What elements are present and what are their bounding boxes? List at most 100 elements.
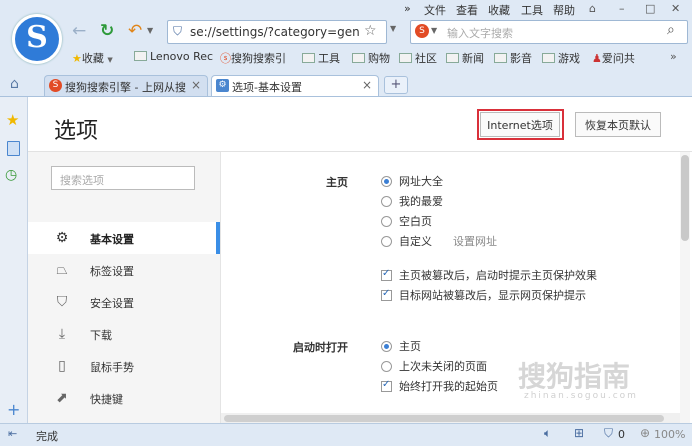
bookmark-favorites[interactable]: ★收藏 ▼	[72, 50, 113, 66]
favorites-star-icon[interactable]: ★	[6, 111, 19, 129]
folder-icon	[446, 53, 459, 63]
radio-icon	[381, 176, 392, 187]
sogou-search-icon[interactable]: S	[415, 24, 429, 38]
folder-icon	[399, 53, 412, 63]
security-badge-icon[interactable]: ⛉	[604, 426, 613, 441]
folder-icon	[352, 53, 365, 63]
menu-tools[interactable]: 工具	[521, 2, 543, 18]
status-bar: ⇤ 完成 🔈︎ ⊞ ⛉ 0 ⊕ 100%	[0, 423, 692, 446]
site-protect-check[interactable]: 目标网站被篡改后，显示网页保护提示	[381, 287, 586, 303]
set-url-link[interactable]: 设置网址	[453, 233, 497, 249]
menu-view[interactable]: 查看	[456, 2, 478, 18]
star-icon[interactable]: ☆	[364, 23, 377, 39]
back-icon[interactable]: ←	[72, 21, 86, 41]
bookmark-community[interactable]: 社区	[399, 50, 437, 66]
more-bookmarks-icon[interactable]: »	[670, 50, 677, 63]
nav-download[interactable]: ⤓ 下载	[28, 318, 220, 350]
homepage-option-custom[interactable]: 自定义	[381, 233, 432, 249]
homepage-option-hao[interactable]: 网址大全	[381, 173, 443, 189]
menu-file[interactable]: 文件	[424, 2, 446, 18]
history-clock-icon[interactable]: ◷	[5, 167, 17, 183]
bookmark-shopping[interactable]: 购物	[352, 50, 390, 66]
bookmark-news[interactable]: 新闻	[446, 50, 484, 66]
shield-icon: ⛉	[56, 294, 68, 310]
bookmark-iask[interactable]: ♟爱问共	[592, 50, 635, 66]
watermark-sub: zhinan.sogou.com	[524, 391, 638, 401]
collapse-sidebar-icon[interactable]: ⇤	[8, 427, 17, 440]
folder-icon	[134, 51, 147, 61]
homepage-label: 主页	[326, 176, 348, 189]
startup-option-home[interactable]: 主页	[381, 338, 421, 354]
vertical-scroll-thumb[interactable]	[681, 155, 689, 241]
settings-search-input[interactable]: 搜索选项	[51, 166, 195, 190]
refresh-icon[interactable]: ↻	[100, 21, 114, 41]
home-icon[interactable]: ⌂	[10, 76, 19, 92]
bookmark-media[interactable]: 影音	[494, 50, 532, 66]
radio-icon	[381, 216, 392, 227]
nav-mouse-gestures[interactable]: ▯ 鼠标手势	[28, 350, 220, 382]
address-bar[interactable]: ⛉ se://settings/?category=gen ☆	[167, 20, 387, 44]
speaker-icon[interactable]: 🔈︎	[544, 426, 551, 441]
maximize-icon[interactable]: □	[645, 2, 655, 15]
tab-bar: ⌂ S 搜狗搜索引擎 - 上网从搜 × ⚙ 选项-基本设置 × +	[0, 72, 692, 97]
nav-shortcuts[interactable]: ⬈ 快捷键	[28, 382, 220, 414]
sogou-logo[interactable]: S	[12, 14, 62, 64]
nav-security-settings[interactable]: ⛉ 安全设置	[28, 286, 220, 318]
shortcut-icon: ⬈	[56, 390, 68, 406]
minimize-icon[interactable]: –	[619, 2, 625, 15]
bookmark-games[interactable]: 游戏	[542, 50, 580, 66]
star-icon: ★	[72, 52, 82, 65]
notes-icon[interactable]	[7, 141, 20, 156]
tab-settings[interactable]: ⚙ 选项-基本设置 ×	[211, 75, 379, 96]
horizontal-scroll-thumb[interactable]	[224, 415, 664, 422]
radio-icon	[381, 196, 392, 207]
zoom-icon[interactable]: ⊕	[640, 426, 650, 440]
status-text: 完成	[36, 430, 58, 443]
active-indicator	[216, 222, 220, 254]
startup-option-last[interactable]: 上次未关闭的页面	[381, 358, 487, 374]
menu-help[interactable]: 帮助	[553, 2, 575, 18]
checkbox-icon	[381, 288, 392, 301]
homepage-option-blank[interactable]: 空白页	[381, 213, 432, 229]
homepage-option-favorite[interactable]: 我的最爱	[381, 193, 443, 209]
nav-basic-settings[interactable]: ⚙ 基本设置	[28, 222, 220, 254]
bookmark-sogou[interactable]: ⓢ搜狗搜索引	[220, 50, 286, 66]
bookmark-tools[interactable]: 工具	[302, 50, 340, 66]
homepage-protect-check[interactable]: 主页被篡改后，启动时提示主页保护效果	[381, 267, 597, 283]
undo-icon[interactable]: ↶	[128, 21, 142, 41]
new-tab-button[interactable]: +	[384, 76, 408, 94]
radio-icon	[381, 341, 392, 352]
nav-tab-settings[interactable]: ⏢ 标签设置	[28, 254, 220, 286]
close-icon[interactable]: ✕	[671, 2, 680, 15]
bookmark-lenovo[interactable]: Lenovo Rec	[134, 50, 213, 63]
menu-bar: » 文件 查看 收藏 工具 帮助 ⌂ – □ ✕	[0, 0, 692, 18]
folder-icon	[494, 53, 507, 63]
sogou-icon: S	[49, 79, 62, 92]
search-icon[interactable]: ⌕	[667, 22, 675, 38]
folder-icon	[302, 53, 315, 63]
menu-more[interactable]: »	[404, 2, 411, 15]
tab-icon: ⏢	[56, 262, 68, 278]
add-sidebar-icon[interactable]: +	[7, 400, 20, 419]
tab-sogou[interactable]: S 搜狗搜索引擎 - 上网从搜 ×	[44, 75, 208, 96]
checkbox-icon	[381, 268, 392, 281]
extension-icon[interactable]: ⊞	[574, 426, 584, 440]
chevron-down-icon: ▼	[107, 56, 113, 64]
chevron-down-icon[interactable]: ▼	[147, 26, 153, 35]
restore-defaults-button[interactable]: 恢复本页默认	[575, 112, 661, 137]
search-box[interactable]: S ▼ 输入文字搜索 ⌕	[410, 20, 688, 44]
gear-icon: ⚙	[55, 230, 69, 246]
search-input[interactable]: 输入文字搜索	[447, 25, 513, 41]
menu-favorites[interactable]: 收藏	[488, 2, 510, 18]
radio-icon	[381, 361, 392, 372]
watermark-text: 搜狗指南	[518, 360, 631, 393]
url-text[interactable]: se://settings/?category=gen	[190, 25, 360, 39]
zoom-level[interactable]: 100%	[654, 428, 685, 441]
close-tab-icon[interactable]: ×	[187, 78, 201, 92]
settings-page: 选项 Internet选项 恢复本页默认 搜索选项 ⚙ 基本设置 ⏢ 标签设置 …	[28, 97, 692, 423]
startup-open-start-check[interactable]: 始终打开我的起始页	[381, 378, 498, 394]
engine-dropdown-icon[interactable]: ▼	[431, 26, 437, 35]
url-dropdown-icon[interactable]: ▼	[390, 24, 396, 33]
skin-icon[interactable]: ⌂	[589, 2, 596, 15]
close-tab-icon[interactable]: ×	[362, 78, 372, 92]
